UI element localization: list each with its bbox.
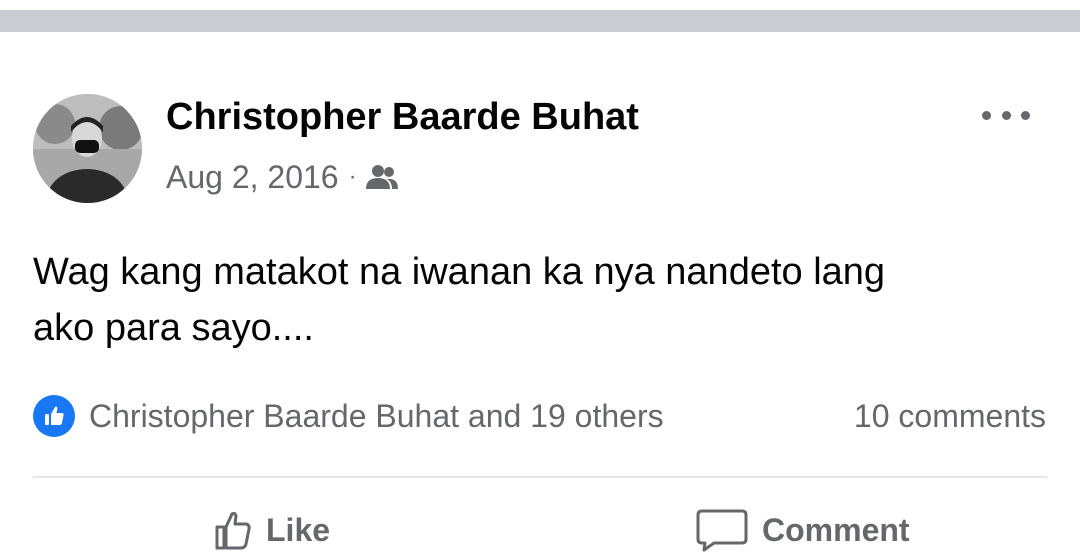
action-bar-divider: [33, 476, 1047, 478]
post-text: Wag kang matakot na iwanan ka nya nandet…: [33, 244, 1033, 356]
comment-label: Comment: [762, 511, 910, 548]
post-text-line: Wag kang matakot na iwanan ka nya nandet…: [33, 251, 886, 293]
like-reaction-icon: [33, 395, 75, 437]
friends-icon: [365, 165, 398, 189]
thumbs-up-icon: [215, 511, 251, 550]
meta-separator: ·: [348, 163, 357, 190]
like-label: Like: [266, 511, 331, 548]
feed-divider: [0, 10, 1080, 32]
post-date[interactable]: Aug 2, 2016: [166, 159, 339, 196]
like-button[interactable]: Like: [214, 505, 330, 555]
comment-button[interactable]: Comment: [696, 505, 910, 555]
post-meta: Aug 2, 2016 ·: [166, 155, 399, 199]
comment-bubble-icon: [696, 509, 748, 552]
reactions-summary[interactable]: Christopher Baarde Buhat and 19 others: [33, 394, 664, 438]
post-author-name[interactable]: Christopher Baarde Buhat: [166, 96, 639, 139]
more-options-icon[interactable]: [982, 100, 1030, 130]
post-text-line: ako para sayo....: [33, 307, 314, 349]
reactions-text: Christopher Baarde Buhat and 19 others: [89, 397, 664, 434]
comments-count[interactable]: 10 comments: [854, 394, 1046, 438]
avatar[interactable]: [33, 94, 142, 203]
avatar-photo: [33, 94, 142, 203]
